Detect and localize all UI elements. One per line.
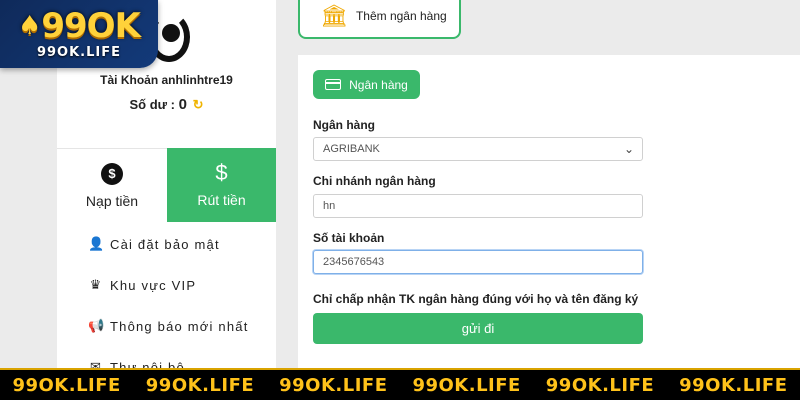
- domain-banner: 99OK.LIFE 99OK.LIFE 99OK.LIFE 99OK.LIFE …: [0, 368, 800, 400]
- bank-tab-label: Ngân hàng: [349, 77, 408, 92]
- banner-text: 99OK.LIFE: [145, 374, 255, 396]
- bank-select-value: AGRIBANK: [323, 143, 380, 155]
- credit-card-icon: [325, 79, 342, 90]
- account-number-label: Số tài khoản: [313, 231, 385, 245]
- account-number-value: 2345676543: [323, 256, 385, 268]
- avatar-face: [162, 24, 180, 42]
- menu-item-vip[interactable]: ♛ Khu vực VIP: [88, 277, 196, 293]
- submit-button[interactable]: gửi đi: [313, 313, 643, 344]
- branch-label: Chi nhánh ngân hàng: [313, 174, 436, 188]
- tab-withdraw[interactable]: $ Rút tiền: [167, 148, 276, 222]
- user-lock-icon: 👤: [88, 236, 106, 251]
- add-bank-button[interactable]: 🏛 Thêm ngân hàng: [298, 0, 461, 39]
- bank-add-icon: 🏛: [320, 2, 348, 28]
- banner-text: 99OK.LIFE: [545, 374, 655, 396]
- refresh-icon[interactable]: ↻: [193, 97, 204, 112]
- logo-main: ♠ 99OK: [18, 5, 141, 46]
- menu-item-label: Khu vực VIP: [110, 277, 197, 293]
- logo-domain: 99OK.LIFE: [36, 44, 122, 60]
- menu-item-label: Cài đặt bảo mật: [110, 236, 220, 252]
- account-name: Tài Khoản anhlinhtre19: [100, 73, 233, 87]
- bank-tab-pill[interactable]: Ngân hàng: [313, 70, 420, 99]
- brand-logo[interactable]: ♠ 99OK 99OK.LIFE: [0, 0, 158, 68]
- megaphone-icon: 📢: [88, 318, 106, 333]
- logo-text: 99OK: [41, 5, 141, 46]
- banner-text: 99OK.LIFE: [12, 374, 121, 396]
- account-number-input[interactable]: 2345676543: [313, 250, 643, 274]
- banner-text: 99OK.LIFE: [412, 374, 521, 396]
- branch-input-value: hn: [323, 200, 336, 212]
- account-notice: Chỉ chấp nhận TK ngân hàng đúng với họ v…: [313, 292, 639, 306]
- tab-withdraw-label: Rút tiền: [197, 192, 246, 208]
- balance: Số dư : 0 ↻: [57, 96, 276, 113]
- balance-value: 0: [178, 96, 187, 113]
- balance-label: Số dư :: [129, 97, 179, 112]
- bank-select[interactable]: AGRIBANK ⌄: [313, 137, 643, 161]
- menu-item-label: Thông báo mới nhất: [110, 318, 249, 334]
- bank-select-label: Ngân hàng: [313, 118, 375, 132]
- banner-text: 99OK.LIFE: [679, 374, 788, 396]
- banner-text: 99OK.LIFE: [279, 374, 388, 396]
- tab-deposit-label: Nạp tiền: [85, 192, 139, 209]
- add-bank-label: Thêm ngân hàng: [355, 8, 447, 23]
- tab-deposit[interactable]: $ Nạp tiền: [57, 148, 167, 222]
- hand-money-icon: $: [215, 160, 228, 185]
- menu-item-news[interactable]: 📢 Thông báo mới nhất: [88, 318, 249, 334]
- menu-item-security[interactable]: 👤 Cài đặt bảo mật: [88, 236, 220, 252]
- coin-icon: $: [101, 162, 123, 185]
- chevron-down-icon: ⌄: [623, 142, 634, 156]
- branch-input[interactable]: hn: [313, 194, 643, 218]
- vip-crown-icon: ♛: [89, 277, 103, 292]
- spade-icon: ♠: [18, 10, 41, 41]
